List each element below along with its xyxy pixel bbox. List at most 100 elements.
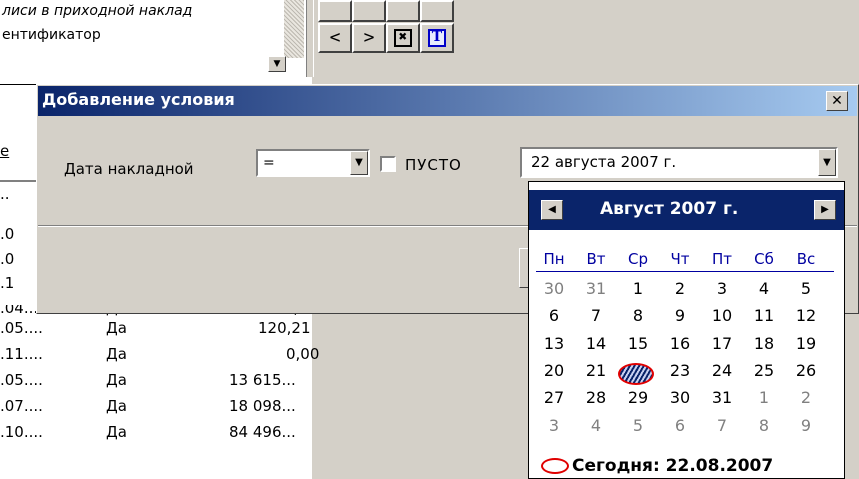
dialog-title: Добавление условия bbox=[42, 90, 235, 109]
weekday-label: Чт bbox=[670, 250, 690, 268]
background-identifier-label: ентификатор bbox=[2, 27, 101, 43]
calendar-day[interactable]: 9 bbox=[663, 306, 697, 325]
calendar-day[interactable]: 24 bbox=[705, 361, 739, 380]
toolbar-button-top-1[interactable] bbox=[318, 0, 352, 22]
row-amount: 120,21 bbox=[258, 319, 311, 337]
weekday-label: Пт bbox=[711, 250, 733, 268]
calendar-day[interactable]: 3 bbox=[537, 416, 571, 435]
calendar-day[interactable]: 7 bbox=[579, 306, 613, 325]
weekday-label: Вт bbox=[586, 250, 606, 268]
weekday-label: Ср bbox=[628, 250, 648, 268]
calendar-day[interactable]: 17 bbox=[705, 334, 739, 353]
calendar-day[interactable]: 10 bbox=[705, 306, 739, 325]
table-row[interactable]: .05.... Да 120,21 bbox=[0, 319, 330, 341]
scroll-down-arrow-icon[interactable]: ▼ bbox=[268, 56, 286, 72]
calendar-day[interactable]: 4 bbox=[747, 279, 781, 298]
calendar-day[interactable]: 8 bbox=[747, 416, 781, 435]
row-flag: Да bbox=[106, 319, 127, 337]
today-link[interactable]: Сегодня: 22.08.2007 bbox=[540, 456, 773, 476]
calendar-day[interactable]: 28 bbox=[579, 388, 613, 407]
row-prefix: .1 bbox=[0, 274, 15, 292]
prev-month-button[interactable]: ◀ bbox=[541, 200, 563, 220]
calendar-day[interactable]: 3 bbox=[705, 279, 739, 298]
calendar-day[interactable]: 7 bbox=[705, 416, 739, 435]
background-column-caption: лиси в приходной наклад bbox=[2, 3, 193, 19]
background-ellipsis: .. bbox=[0, 185, 10, 203]
row-flag: Да bbox=[106, 397, 127, 415]
calendar-day[interactable]: 4 bbox=[579, 416, 613, 435]
calendar-day[interactable]: 31 bbox=[705, 388, 739, 407]
triangle-right-icon: ▶ bbox=[821, 204, 829, 215]
triangle-left-icon: ◀ bbox=[548, 204, 556, 215]
table-row[interactable]: .10.... Да 84 496... bbox=[0, 423, 330, 445]
calendar-day[interactable]: 6 bbox=[537, 306, 571, 325]
chevron-down-icon[interactable]: ▼ bbox=[818, 149, 836, 176]
calendar-day[interactable]: 30 bbox=[537, 279, 571, 298]
row-date: .05.... bbox=[0, 319, 43, 337]
calendar-day[interactable]: 26 bbox=[789, 361, 823, 380]
calendar-day[interactable]: 5 bbox=[789, 279, 823, 298]
row-divider bbox=[0, 84, 36, 89]
weekday-label: Вс bbox=[796, 250, 816, 268]
calendar-day[interactable]: 16 bbox=[663, 334, 697, 353]
calendar-day[interactable]: 27 bbox=[537, 388, 571, 407]
chevron-down-icon[interactable]: ▼ bbox=[350, 151, 368, 175]
calendar-day[interactable]: 20 bbox=[537, 361, 571, 380]
table-row[interactable]: .11.... Да 0,00 bbox=[0, 345, 330, 367]
calendar-day[interactable]: 2 bbox=[663, 279, 697, 298]
calendar-day[interactable]: 14 bbox=[579, 334, 613, 353]
next-button[interactable]: > bbox=[352, 23, 386, 53]
weekday-label: Пн bbox=[543, 250, 565, 268]
calendar-day[interactable]: 25 bbox=[747, 361, 781, 380]
calendar-day[interactable]: 21 bbox=[579, 361, 613, 380]
calendar-day[interactable]: 11 bbox=[747, 306, 781, 325]
calendar-day[interactable]: 15 bbox=[621, 334, 655, 353]
calendar-day[interactable]: 8 bbox=[621, 306, 655, 325]
close-button[interactable]: ✕ bbox=[826, 91, 848, 111]
calendar-day[interactable]: 12 bbox=[789, 306, 823, 325]
table-row[interactable]: .07.... Да 18 098... bbox=[0, 397, 330, 419]
header-underline bbox=[0, 180, 36, 182]
calendar-day[interactable]: 31 bbox=[579, 279, 613, 298]
calendar-day[interactable]: 29 bbox=[621, 388, 655, 407]
row-prefix: .0 bbox=[0, 250, 15, 268]
row-flag: Да bbox=[106, 371, 127, 389]
calendar-day[interactable]: 2 bbox=[789, 388, 823, 407]
row-date: .05.... bbox=[0, 371, 43, 389]
calendar-day[interactable]: 23 bbox=[663, 361, 697, 380]
weekday-label: Сб bbox=[754, 250, 774, 268]
row-date: .07.... bbox=[0, 397, 43, 415]
text-t-icon: T bbox=[428, 29, 446, 47]
calendar-day[interactable]: 5 bbox=[621, 416, 655, 435]
fit-button[interactable]: ✖ bbox=[386, 23, 420, 53]
calendar-day[interactable]: 6 bbox=[663, 416, 697, 435]
row-amount: 0,00 bbox=[286, 345, 320, 363]
calendar-day[interactable]: 19 bbox=[789, 334, 823, 353]
calendar-month-label: Август 2007 г. bbox=[600, 199, 739, 219]
row-amount: 13 615... bbox=[229, 371, 296, 389]
calendar-day[interactable]: 1 bbox=[621, 279, 655, 298]
next-month-button[interactable]: ▶ bbox=[814, 200, 836, 220]
text-button[interactable]: T bbox=[420, 23, 454, 53]
toolbar-separator bbox=[306, 0, 314, 77]
prev-button[interactable]: < bbox=[318, 23, 352, 53]
date-value: 22 августа 2007 г. bbox=[531, 153, 677, 171]
hatched-divider bbox=[284, 0, 304, 58]
calendar-day[interactable]: 13 bbox=[537, 334, 571, 353]
toolbar-button-top-2[interactable] bbox=[352, 0, 386, 22]
toolbar-button-top-4[interactable] bbox=[420, 0, 454, 22]
calendar-day[interactable]: 22 bbox=[621, 361, 655, 380]
row-date: .11.... bbox=[0, 345, 43, 363]
empty-checkbox[interactable] bbox=[380, 156, 396, 172]
weekday-underline bbox=[536, 271, 834, 272]
calendar-day[interactable]: 30 bbox=[663, 388, 697, 407]
toolbar-button-top-3[interactable] bbox=[386, 0, 420, 22]
operator-value: = bbox=[263, 155, 275, 171]
empty-checkbox-label[interactable]: ПУСТО bbox=[405, 156, 462, 174]
calendar-day[interactable]: 1 bbox=[747, 388, 781, 407]
calendar-day[interactable]: 9 bbox=[789, 416, 823, 435]
row-flag: Да bbox=[106, 423, 127, 441]
field-label: Дата накладной bbox=[64, 160, 194, 178]
table-row[interactable]: .05.... Да 13 615... bbox=[0, 371, 330, 393]
calendar-day[interactable]: 18 bbox=[747, 334, 781, 353]
